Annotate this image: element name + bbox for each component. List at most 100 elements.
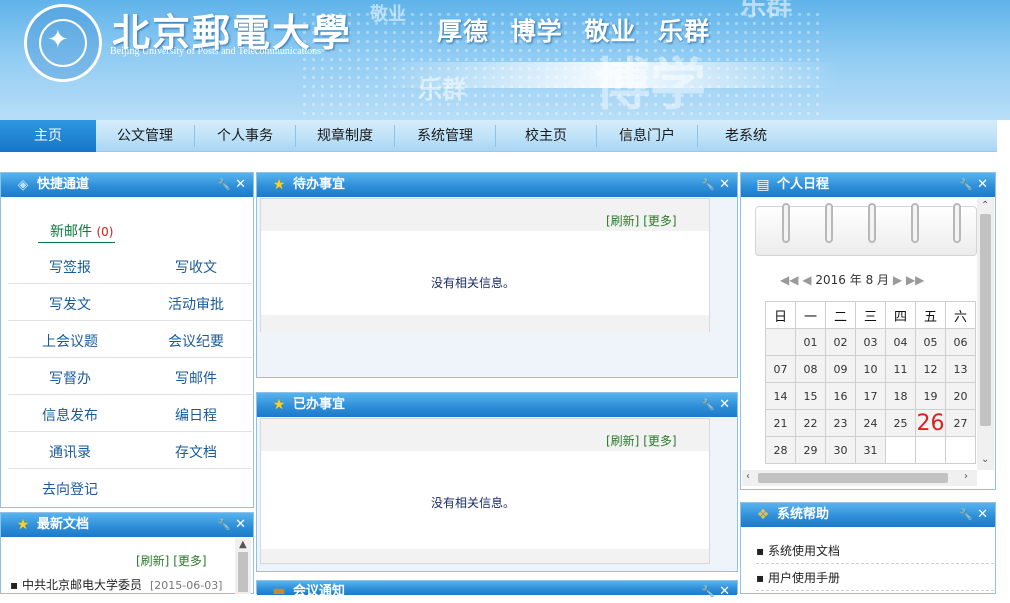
quick-link-publish-info[interactable]: 信息发布 [10,405,130,425]
calendar-day[interactable]: 17 [855,382,886,410]
next-year-icon[interactable]: ▶▶ [906,273,924,287]
calendar-day[interactable]: 14 [765,382,796,410]
close-icon[interactable]: ✕ [719,393,730,417]
calendar-day[interactable]: 16 [825,382,856,410]
wrench-icon[interactable]: 🔧 [701,393,715,417]
close-icon[interactable]: ✕ [235,513,246,537]
nav-item-personal[interactable]: 个人事务 [195,120,295,152]
quick-link-whereabouts[interactable]: 去向登记 [10,479,130,499]
calendar-day[interactable]: 22 [795,409,826,437]
quick-link-write-supervision[interactable]: 写督办 [10,368,130,388]
banner-watermark-1: 敬业 [370,4,406,25]
calendar-day[interactable]: 24 [855,409,886,437]
calendar-day[interactable]: 03 [855,328,886,356]
more-link[interactable]: [更多] [643,214,676,228]
more-link[interactable]: [更多] [173,554,206,568]
new-mail-link[interactable]: 新邮件 (0) [38,221,116,243]
wrench-icon[interactable]: 🔧 [217,173,231,197]
calendar-day[interactable]: 31 [855,436,886,464]
calendar-day[interactable]: 06 [945,328,976,356]
nav-item-system[interactable]: 系统管理 [395,120,495,152]
scroll-up-icon[interactable]: ⌃ [981,200,989,211]
quick-link-write-received[interactable]: 写收文 [136,257,256,277]
nav-item-home[interactable]: 主页 [0,120,96,152]
wrench-icon[interactable]: 🔧 [959,173,973,197]
nav-item-old-system[interactable]: 老系统 [698,120,794,152]
calendar-day[interactable]: 04 [885,328,916,356]
quick-link-meeting-minutes[interactable]: 会议纪要 [136,331,256,351]
quick-link-meeting-topic[interactable]: 上会议题 [10,331,130,351]
more-link[interactable]: [更多] [643,434,676,448]
prev-month-icon[interactable]: ◀ [802,273,811,287]
quick-link-address-book[interactable]: 通讯录 [10,442,130,462]
calendar-vertical-scrollbar[interactable]: ⌃ ⌄ [977,198,994,470]
calendar-day[interactable]: 27 [945,409,976,437]
doc-date: [2015-06-03] [149,579,223,592]
banner-watermark-4: 乐群 [740,0,793,22]
latest-docs-actions: [刷新] [更多] [136,552,207,569]
nav-item-regulations[interactable]: 规章制度 [296,120,394,152]
nav-item-info-portal[interactable]: 信息门户 [597,120,697,152]
calendar-day[interactable]: 02 [825,328,856,356]
calendar-day[interactable]: 10 [855,355,886,383]
close-icon[interactable]: ✕ [719,581,730,603]
calendar-day[interactable]: 30 [825,436,856,464]
list-item[interactable]: ▪ 中共北京邮电大学委员 [2015-06-03] [10,576,222,593]
refresh-link[interactable]: [刷新] [606,214,639,228]
next-month-icon[interactable]: ▶ [893,273,902,287]
calendar-day[interactable]: 01 [795,328,826,356]
calendar-day[interactable] [765,328,796,356]
calendar-day[interactable]: 25 [885,409,916,437]
close-icon[interactable]: ✕ [977,173,988,197]
wrench-icon[interactable]: 🔧 [217,513,231,537]
calendar-day[interactable]: 05 [915,328,946,356]
done-header: ★ 已办事宜 🔧 ✕ [257,393,737,417]
calendar-day[interactable]: 08 [795,355,826,383]
refresh-link[interactable]: [刷新] [136,554,169,568]
latest-docs-title: 最新文档 [37,517,90,532]
scroll-down-icon[interactable]: ⌄ [981,454,989,465]
prev-year-icon[interactable]: ◀◀ [780,273,798,287]
calendar-day[interactable]: 20 [945,382,976,410]
nav-item-school-home[interactable]: 校主页 [496,120,596,152]
university-name-en: Beijing University of Posts and Telecomm… [110,46,322,57]
calendar-day[interactable]: 15 [795,382,826,410]
weekday-header: 五 [915,301,946,329]
calendar-horizontal-scrollbar[interactable]: ‹ › [742,470,977,486]
close-icon[interactable]: ✕ [977,503,988,527]
main-nav: 主页 公文管理 个人事务 规章制度 系统管理 校主页 信息门户 老系统 [0,120,997,152]
latest-docs-scrollbar[interactable]: ▲ [235,538,251,594]
todo-title: 待办事宜 [293,177,346,192]
wrench-icon[interactable]: 🔧 [959,503,973,527]
calendar-day[interactable]: 13 [945,355,976,383]
nav-item-documents[interactable]: 公文管理 [96,120,194,152]
quick-link-edit-schedule[interactable]: 编日程 [136,405,256,425]
help-item-user-manual[interactable]: ▪ 用户使用手册 [756,569,994,591]
close-icon[interactable]: ✕ [235,173,246,197]
quick-link-save-document[interactable]: 存文档 [136,442,256,462]
scroll-up-icon[interactable]: ▲ [239,539,247,550]
calendar-day[interactable]: 18 [885,382,916,410]
calendar-day-today[interactable]: 26 [915,409,946,437]
wrench-icon[interactable]: 🔧 [701,581,715,603]
calendar-day[interactable]: 11 [885,355,916,383]
quick-link-write-outgoing[interactable]: 写发文 [10,294,130,314]
doc-title[interactable]: 中共北京邮电大学委员 [22,578,142,592]
refresh-link[interactable]: [刷新] [606,434,639,448]
quick-link-activity-approval[interactable]: 活动审批 [136,294,256,314]
calendar-day[interactable]: 28 [765,436,796,464]
help-item-system-doc[interactable]: ▪ 系统使用文档 [756,542,994,564]
calendar-day[interactable]: 23 [825,409,856,437]
quick-link-write-mail[interactable]: 写邮件 [136,368,256,388]
calendar-day[interactable]: 09 [825,355,856,383]
scroll-left-icon[interactable]: ‹ [746,471,750,482]
quick-link-write-report[interactable]: 写签报 [10,257,130,277]
calendar-day[interactable]: 29 [795,436,826,464]
scroll-right-icon[interactable]: › [964,471,968,482]
close-icon[interactable]: ✕ [719,173,730,197]
calendar-day[interactable]: 21 [765,409,796,437]
calendar-day[interactable]: 12 [915,355,946,383]
calendar-day[interactable]: 19 [915,382,946,410]
calendar-day[interactable]: 07 [765,355,796,383]
wrench-icon[interactable]: 🔧 [701,173,715,197]
